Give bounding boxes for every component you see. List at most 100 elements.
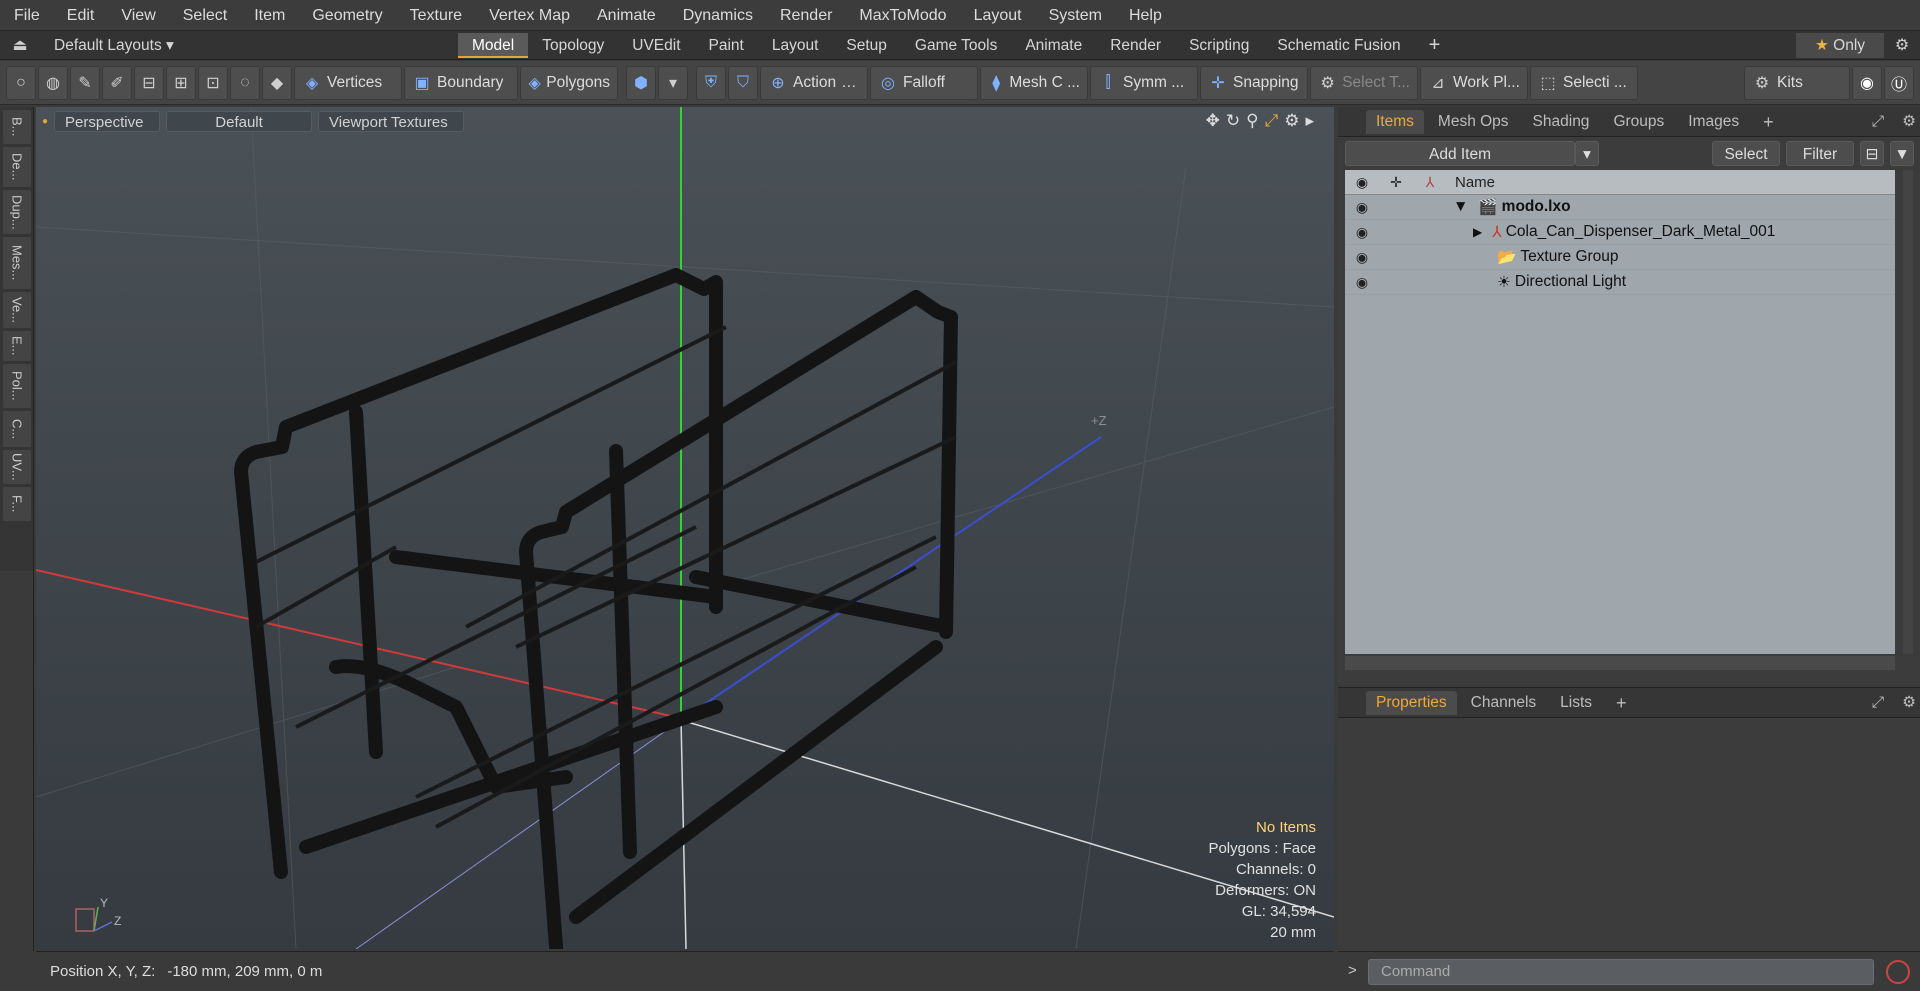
- tab-duplicate[interactable]: Dup...: [3, 190, 31, 234]
- vertices-button[interactable]: ◈ Vertices: [294, 65, 402, 100]
- tab-curve[interactable]: C...: [3, 411, 31, 447]
- add-tab-icon[interactable]: +: [1415, 33, 1455, 58]
- eye-icon[interactable]: ◉: [1345, 224, 1379, 241]
- panel-expand-icon[interactable]: ⤢: [1862, 110, 1894, 134]
- tab-basic[interactable]: B...: [3, 110, 31, 144]
- viewport-settings-icon[interactable]: ⚙: [1284, 111, 1299, 131]
- menu-view[interactable]: View: [107, 0, 168, 31]
- tab-fusion[interactable]: F...: [3, 487, 31, 521]
- tab-schematic-fusion[interactable]: Schematic Fusion: [1263, 33, 1414, 58]
- add-item-dropdown[interactable]: ▾: [1575, 140, 1599, 166]
- command-input[interactable]: Command: [1368, 959, 1874, 985]
- tab-animate[interactable]: Animate: [1011, 33, 1096, 58]
- kits-button[interactable]: ⚙ Kits: [1744, 65, 1850, 100]
- select-button[interactable]: Select: [1712, 140, 1780, 166]
- menu-maxtomodo[interactable]: MaxToModo: [845, 0, 959, 31]
- tab-game-tools[interactable]: Game Tools: [901, 33, 1011, 58]
- tab-polygon[interactable]: Pol...: [3, 364, 31, 408]
- tab-paint[interactable]: Paint: [695, 33, 758, 58]
- symmetry-shield-button[interactable]: ⛨: [696, 65, 726, 100]
- tab-topology[interactable]: Topology: [528, 33, 618, 58]
- work-plane-button[interactable]: ⊿ Work Pl...: [1420, 65, 1528, 100]
- material-button[interactable]: ⬢: [626, 65, 656, 100]
- unreal-button[interactable]: Ⓤ: [1884, 65, 1914, 100]
- item-mode-button[interactable]: ◆: [262, 65, 292, 100]
- brush-button[interactable]: ✐: [102, 65, 132, 100]
- gear-icon[interactable]: ⚙: [1892, 35, 1912, 55]
- menu-system[interactable]: System: [1035, 0, 1115, 31]
- rotate-view-icon[interactable]: ↻: [1226, 111, 1240, 131]
- tab-channels[interactable]: Channels: [1461, 691, 1547, 715]
- tab-model[interactable]: Model: [458, 32, 529, 58]
- tree-row-scene[interactable]: ◉ ▼ 🎬 modo.lxo: [1345, 195, 1895, 220]
- tab-shading[interactable]: Shading: [1523, 110, 1600, 134]
- tab-mesh-edit[interactable]: Mes...: [3, 237, 31, 289]
- view-perspective-button[interactable]: Perspective: [54, 110, 161, 132]
- tab-layout[interactable]: Layout: [758, 33, 833, 58]
- action-center-button[interactable]: ⊕ Action …: [760, 65, 868, 100]
- tree-row-texture-group[interactable]: ◉ 📂 Texture Group: [1345, 245, 1895, 270]
- menu-render[interactable]: Render: [766, 0, 845, 31]
- tree-horizontal-scrollbar[interactable]: [1345, 656, 1895, 670]
- tab-setup[interactable]: Setup: [832, 33, 901, 58]
- menu-vertex-map[interactable]: Vertex Map: [475, 0, 583, 31]
- menu-texture[interactable]: Texture: [396, 0, 475, 31]
- square-select-button[interactable]: ⊡: [198, 65, 228, 100]
- select-through-button[interactable]: ⚙ Select T...: [1310, 65, 1418, 100]
- move-view-icon[interactable]: ✥: [1206, 111, 1220, 131]
- mesh-constraints-button[interactable]: ⧫ Mesh C ...: [980, 65, 1088, 100]
- pen-button[interactable]: ✎: [70, 65, 100, 100]
- tab-deform[interactable]: De...: [3, 147, 31, 187]
- collapse-icon[interactable]: ⊟: [1860, 140, 1884, 166]
- lasso-button[interactable]: ◌: [230, 65, 260, 100]
- fit-view-icon[interactable]: ⤢: [1265, 111, 1279, 131]
- tree-row-light[interactable]: ◉ ☀ Directional Light: [1345, 270, 1895, 295]
- snapping-button[interactable]: ✛ Snapping: [1200, 65, 1308, 100]
- menu-edit[interactable]: Edit: [53, 0, 108, 31]
- add-item-button[interactable]: Add Item: [1345, 140, 1575, 166]
- tab-mesh-ops[interactable]: Mesh Ops: [1428, 110, 1519, 134]
- panel-gear-icon[interactable]: ⚙: [1898, 110, 1920, 134]
- viewport-textures-button[interactable]: Viewport Textures: [318, 110, 465, 132]
- menu-file[interactable]: File: [0, 0, 53, 31]
- tab-vertex[interactable]: Ve...: [3, 292, 31, 328]
- menu-dynamics[interactable]: Dynamics: [669, 0, 766, 31]
- select-circle-button[interactable]: ○: [6, 65, 36, 100]
- collapse-up-icon[interactable]: ⏏: [10, 35, 30, 55]
- tab-render[interactable]: Render: [1096, 33, 1175, 58]
- polygons-button[interactable]: ◈ Polygons: [520, 65, 618, 100]
- eye-icon[interactable]: ◉: [1345, 249, 1379, 266]
- menu-animate[interactable]: Animate: [583, 0, 669, 31]
- add-panel-tab-icon[interactable]: +: [1753, 110, 1784, 134]
- material-dropdown[interactable]: ▾: [658, 65, 688, 100]
- tab-edge[interactable]: E...: [3, 331, 31, 361]
- symmetry-button[interactable]: ⫿ Symm ...: [1090, 65, 1198, 100]
- grid-button[interactable]: ⊞: [166, 65, 196, 100]
- layouts-dropdown[interactable]: Default Layouts ▾: [40, 33, 458, 58]
- tab-properties[interactable]: Properties: [1366, 690, 1457, 715]
- zoom-view-icon[interactable]: ⚲: [1246, 111, 1258, 131]
- tree-row-mesh[interactable]: ◉ ▶ ⅄ Cola_Can_Dispenser_Dark_Metal_001: [1345, 220, 1895, 245]
- menu-help[interactable]: Help: [1115, 0, 1175, 31]
- filter-button[interactable]: Filter: [1786, 140, 1854, 166]
- only-toggle[interactable]: ★ Only: [1796, 32, 1884, 58]
- tab-lists[interactable]: Lists: [1550, 691, 1602, 715]
- tab-groups[interactable]: Groups: [1603, 110, 1674, 134]
- viewport-expand-icon[interactable]: ▸: [1305, 111, 1314, 131]
- menu-layout[interactable]: Layout: [960, 0, 1035, 31]
- shading-default-button[interactable]: Default: [166, 110, 313, 132]
- record-icon[interactable]: [1886, 960, 1910, 984]
- panel-gear-icon[interactable]: ⚙: [1898, 691, 1920, 715]
- tab-items[interactable]: Items: [1366, 109, 1424, 134]
- tab-images[interactable]: Images: [1678, 110, 1749, 134]
- selection-sets-button[interactable]: ⬚ Selecti ...: [1530, 65, 1638, 100]
- menu-item[interactable]: Item: [240, 0, 298, 31]
- tab-scripting[interactable]: Scripting: [1175, 33, 1263, 58]
- shield-plus-button[interactable]: ⛉: [728, 65, 758, 100]
- tab-uv[interactable]: UV...: [3, 450, 31, 484]
- collapse-arrow-icon[interactable]: ▶: [1473, 225, 1482, 239]
- boundary-button[interactable]: ▣ Boundary: [404, 65, 518, 100]
- 3d-viewport[interactable]: +Z Y Z ● Perspective Default Viewport Te…: [36, 107, 1334, 949]
- tree-vertical-scrollbar[interactable]: [1903, 170, 1913, 654]
- globe-button[interactable]: ◍: [38, 65, 68, 100]
